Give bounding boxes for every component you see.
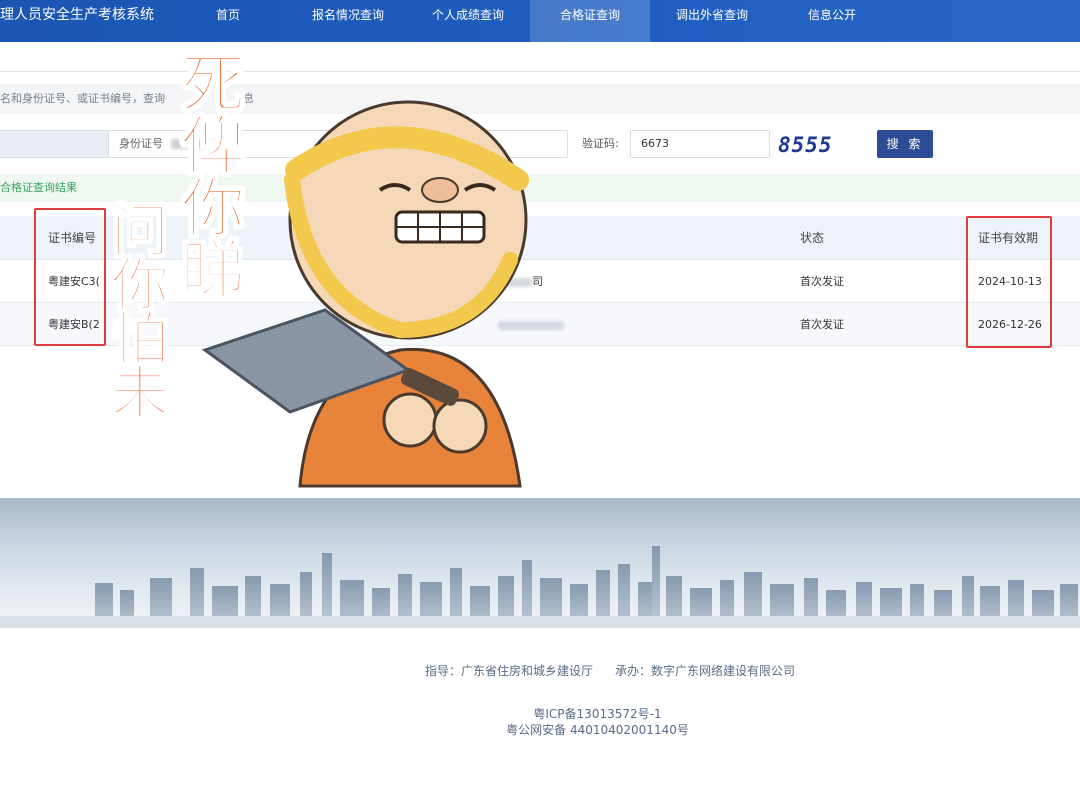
nav-registration-query[interactable]: 报名情况查询 <box>300 0 396 30</box>
footer-guide-label: 指导： <box>424 664 461 678</box>
footer-icp[interactable]: 粤ICP备13013572号-1 <box>0 705 1080 722</box>
col-valid-until: 证书有效期 <box>978 231 1039 245</box>
cell-company-tail: 司 <box>532 275 543 288</box>
meme-sticker-overlay: 死俾你睇 问你怕未 <box>100 40 530 490</box>
name-input[interactable] <box>0 130 110 158</box>
footer-police[interactable]: 粤公网安备 44010402001140号 <box>0 721 1080 738</box>
meme-side-text: 问你怕未 <box>100 199 170 417</box>
footer-guide: 广东省住房和城乡建设厅 <box>460 664 593 678</box>
meme-big-text: 死俾你睇 <box>169 49 245 299</box>
meme-big-text-content: 死俾你睇 <box>169 49 245 299</box>
footer-organizers: 指导：广东省住房和城乡建设厅 承办：数字广东网络建设有限公司 <box>0 662 1080 679</box>
col-status: 状态 <box>800 231 825 245</box>
footer-police-text: 粤公网安备 44010402001140号 <box>506 723 689 737</box>
nav-score-query[interactable]: 个人成绩查询 <box>420 0 516 30</box>
nav-info-public[interactable]: 信息公开 <box>796 0 868 30</box>
skyline-illustration <box>0 546 1080 628</box>
system-title: 理人员安全生产考核系统 <box>0 7 154 23</box>
captcha-input[interactable]: 6673 <box>630 130 770 158</box>
search-button[interactable]: 搜 索 <box>877 130 933 158</box>
nav-certificate-query[interactable]: 合格证查询 <box>530 0 650 42</box>
cell-cert-no: 粤建安B(2 <box>48 318 100 331</box>
footer-host: 数字广东网络建设有限公司 <box>651 664 796 678</box>
nav-transfer-query[interactable]: 调出外省查询 <box>664 0 760 30</box>
nav-home[interactable]: 首页 <box>198 0 258 30</box>
cell-valid-until: 2024-10-13 <box>978 275 1042 288</box>
cell-cert-no: 粤建安C3( <box>48 275 100 288</box>
meme-side-text-content: 问你怕未 <box>100 199 170 417</box>
col-cert-no: 证书编号 <box>48 231 97 245</box>
footer-icp-text: 粤ICP备13013572号-1 <box>533 707 662 721</box>
captcha-image[interactable]: 8555 <box>778 130 858 158</box>
captcha-label: 验证码: <box>582 137 619 150</box>
page: 理人员安全生产考核系统 首页 报名情况查询 个人成绩查询 合格证查询 调出外省查… <box>0 0 1080 810</box>
cell-status: 首次发证 <box>800 275 844 288</box>
top-nav-bar: 理人员安全生产考核系统 首页 报名情况查询 个人成绩查询 合格证查询 调出外省查… <box>0 0 1080 42</box>
cell-status: 首次发证 <box>800 318 844 331</box>
city-skyline-banner <box>0 498 1080 628</box>
footer-host-label: 承办： <box>615 664 652 678</box>
cell-valid-until: 2026-12-26 <box>978 318 1042 331</box>
